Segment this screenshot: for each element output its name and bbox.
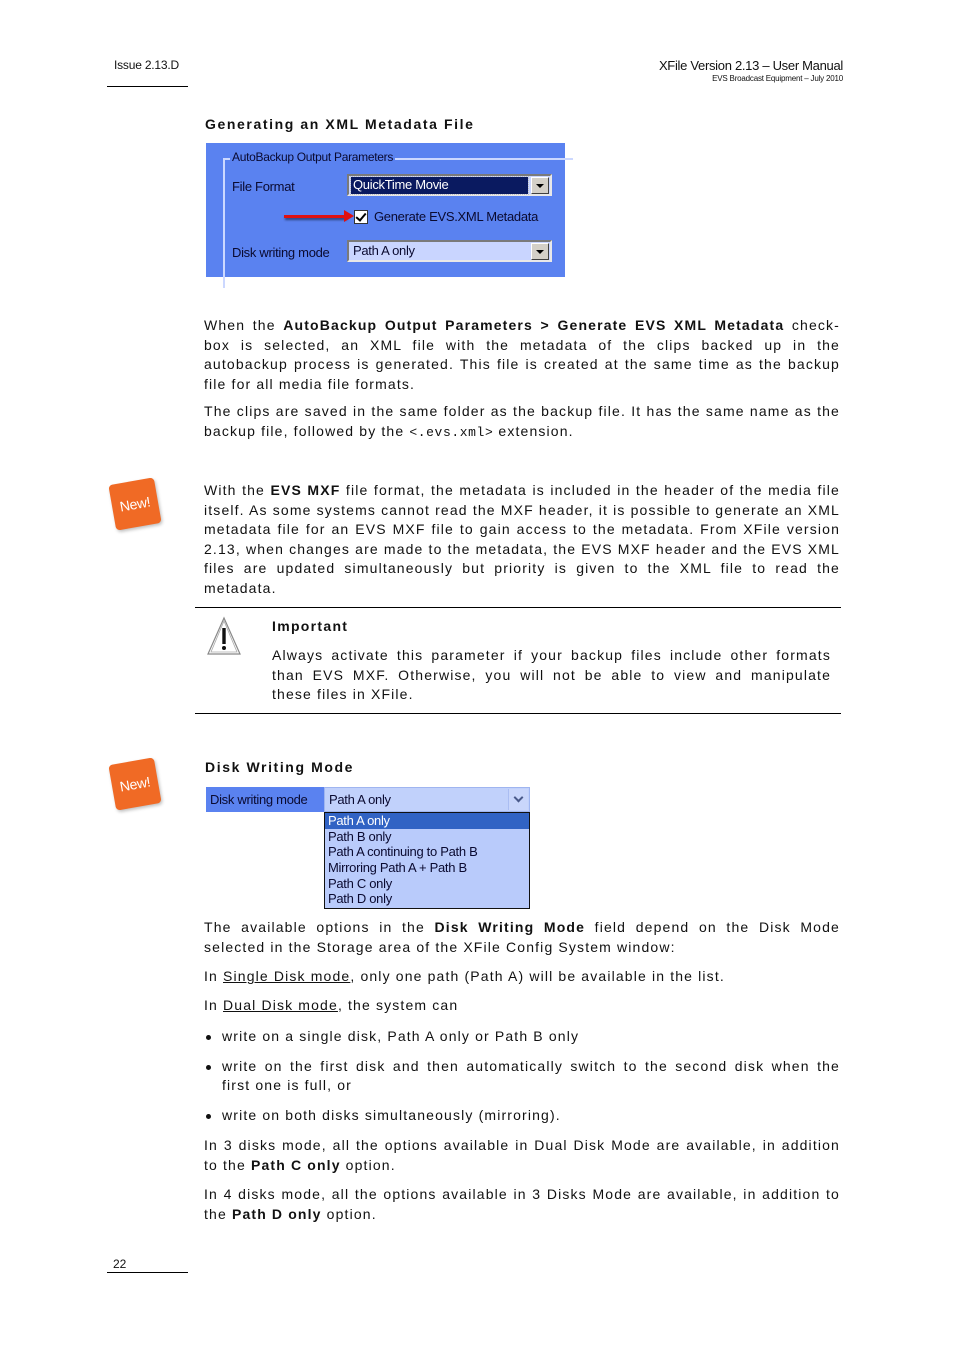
disk-writing-mode-widget-label: Disk writing mode [206,787,324,812]
paragraph-single-disk: In Single Disk mode, only one path (Path… [204,968,725,984]
paragraph-backup-file: The clips are saved in the same folder a… [204,403,840,440]
option-path-d-only[interactable]: Path D only [325,891,529,907]
important-text: Always activate this parameter if your b… [272,647,831,702]
option-path-a-only[interactable]: Path A only [325,813,529,829]
important-top-divider [195,607,841,608]
document-subtitle: EVS Broadcast Equipment – July 2010 [712,74,843,83]
disk-writing-mode-options-list[interactable]: Path A only Path B only Path A continuin… [324,812,530,909]
option-path-c-only[interactable]: Path C only [325,876,529,892]
dual-disk-options-list: write on a single disk, Path A only or P… [204,1027,840,1125]
paragraph-available-options: The available options in the Disk Writin… [204,919,840,955]
footer-divider [107,1272,188,1273]
group-box-title: AutoBackup Output Parameters [230,150,396,164]
page-number: 22 [113,1257,127,1271]
option-path-b-only[interactable]: Path B only [325,829,529,845]
option-mirroring-a-b[interactable]: Mirroring Path A + Path B [325,860,529,876]
ui-path-reference: AutoBackup Output Parameters > Generate … [283,317,785,333]
dual-disk-mode-term: Dual Disk mode [223,997,338,1013]
chevron-down-icon[interactable] [531,243,549,260]
generate-xml-checkbox[interactable] [354,210,368,224]
path-d-term: Path D only [231,1205,322,1222]
evs-mxf-term: EVS MXF [270,482,341,498]
disk-writing-mode-value: Path A only [353,243,415,258]
list-item: write on the first disk and then automat… [204,1057,840,1096]
header-divider [107,86,188,87]
section-heading-disk-writing-mode: Disk Writing Mode [205,759,355,775]
paragraph-3-disks: In 3 disks mode, all the options availab… [204,1137,840,1173]
list-item: write on both disks simultaneously (mirr… [204,1106,840,1126]
important-bottom-divider [195,713,841,714]
paragraph-4-disks: In 4 disks mode, all the options availab… [204,1186,840,1222]
issue-label: Issue 2.13.D [114,58,179,72]
extension-code: <.evs.xml> [409,424,494,440]
document-title: XFile Version 2.13 – User Manual [658,58,843,73]
chevron-down-icon[interactable] [531,177,549,194]
new-badge-icon: New! [108,477,162,531]
generate-xml-checkbox-label[interactable]: Generate EVS.XML Metadata [374,209,538,224]
disk-writing-mode-dropdown[interactable]: Path A only [347,240,552,262]
list-item: write on a single disk, Path A only or P… [204,1027,840,1047]
option-path-a-continuing-to-b[interactable]: Path A continuing to Path B [325,844,529,860]
paragraph-evs-mxf: With the EVS MXF file format, the metada… [204,482,840,596]
file-format-label: File Format [232,179,295,194]
red-arrow-icon [284,210,354,222]
paragraph-xml-checkbox: When the AutoBackup Output Parameters > … [204,317,840,392]
section-heading-xml-metadata: Generating an XML Metadata File [205,116,475,132]
important-title: Important [272,618,349,634]
file-format-value: QuickTime Movie [350,176,529,195]
single-disk-mode-term: Single Disk mode [223,968,351,984]
file-format-dropdown[interactable]: QuickTime Movie [347,174,552,196]
disk-writing-mode-combo[interactable]: Path A only [324,787,530,812]
disk-writing-mode-term: Disk Writing Mode [434,919,586,935]
new-badge-icon: New! [108,757,162,811]
warning-icon [207,616,241,655]
path-c-term: Path C only [250,1156,341,1173]
disk-writing-mode-combo-value: Path A only [329,792,391,807]
chevron-down-icon[interactable] [508,789,528,810]
paragraph-dual-disk: In Dual Disk mode, the system can [204,997,459,1013]
disk-writing-mode-label: Disk writing mode [232,245,330,260]
autobackup-dialog-screenshot: AutoBackup Output Parameters File Format… [206,143,573,288]
